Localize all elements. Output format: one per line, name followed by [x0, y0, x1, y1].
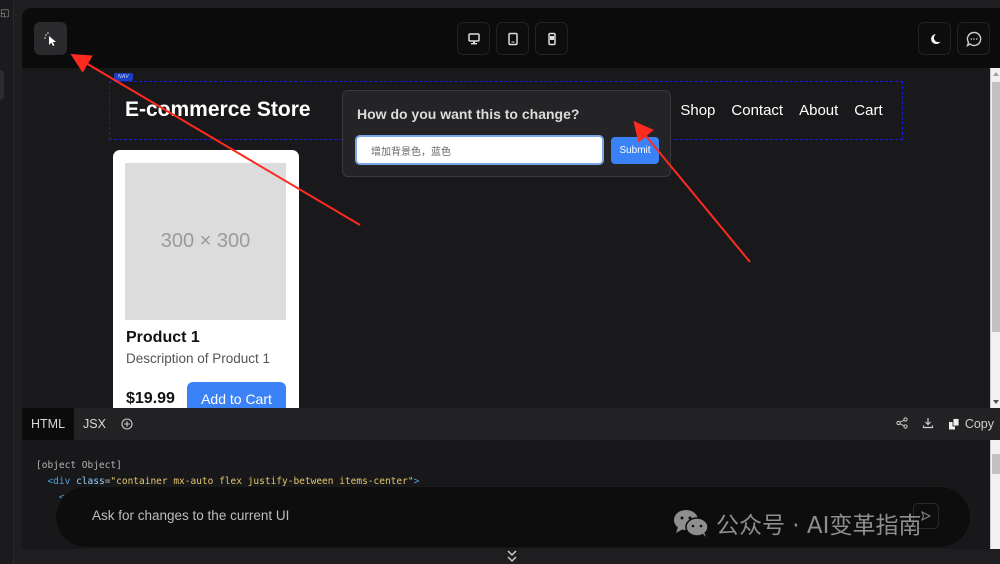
phone-icon — [547, 32, 556, 45]
add-to-cart-button[interactable]: Add to Cart — [187, 382, 286, 408]
code-actions: Copy — [896, 408, 1000, 440]
cursor-sparkle-icon — [43, 31, 56, 46]
top-toolbar — [22, 8, 1000, 68]
change-request-input[interactable]: 增加背景色，蓝色 — [355, 135, 604, 165]
code-scrollbar-thumb[interactable] — [992, 454, 1000, 474]
watermark-text: 公众号 · AI变革指南 — [716, 513, 922, 539]
download-button[interactable] — [922, 417, 934, 432]
nav-link-contact[interactable]: Contact — [731, 102, 783, 119]
nav-element-tag: NAV — [114, 73, 133, 81]
tab-jsx[interactable]: JSX — [74, 408, 115, 440]
sidebar-toggle[interactable] — [0, 70, 4, 100]
product-name: Product 1 — [126, 329, 200, 346]
share-button[interactable] — [896, 416, 908, 432]
store-brand: E-commerce Store — [125, 98, 311, 121]
wechat-icon — [674, 510, 709, 537]
add-tab-button[interactable] — [112, 408, 142, 440]
device-mobile-button[interactable] — [535, 22, 568, 55]
share-icon — [896, 416, 908, 429]
monitor-icon — [467, 32, 480, 44]
sidebar-icon[interactable]: ◱ — [0, 8, 9, 20]
tab-html[interactable]: HTML — [22, 408, 75, 440]
submit-button[interactable]: Submit — [611, 137, 659, 164]
tablet-icon — [507, 32, 518, 45]
select-element-button[interactable] — [34, 22, 67, 55]
change-request-popover: How do you want this to change? 增加背景色，蓝色… — [342, 90, 671, 177]
collapse-panel-button[interactable] — [506, 549, 518, 564]
popover-title: How do you want this to change? — [357, 106, 580, 122]
product-card: 300 × 300 Product 1 Description of Produ… — [113, 150, 299, 408]
scrollbar-thumb[interactable] — [992, 82, 1000, 332]
chat-input-placeholder: Ask for changes to the current UI — [92, 508, 290, 523]
chevron-double-down-icon — [507, 550, 517, 563]
left-sidebar: ◱ — [0, 0, 14, 564]
code-tabs-bar: HTML JSX Copy — [22, 408, 1000, 440]
chat-bubble-icon — [965, 31, 981, 47]
device-tablet-button[interactable] — [496, 22, 529, 55]
nav-link-about[interactable]: About — [799, 102, 838, 119]
nav-links: e Shop Contact About Cart — [662, 102, 883, 119]
nav-link-shop[interactable]: Shop — [680, 102, 715, 119]
nav-link-cart[interactable]: Cart — [854, 102, 882, 119]
watermark: 公众号 · AI变革指南 — [672, 506, 921, 540]
app-window: NAV E-commerce Store e Shop Contact Abou… — [22, 8, 1000, 564]
send-icon — [921, 510, 932, 522]
chat-button[interactable] — [957, 22, 990, 55]
product-image-placeholder: 300 × 300 — [125, 163, 286, 320]
moon-icon — [930, 33, 940, 44]
code-line: [object Object] — [36, 460, 122, 471]
copy-button[interactable]: Copy — [948, 417, 994, 431]
preview-scrollbar[interactable] — [990, 68, 1000, 408]
product-price: $19.99 — [126, 390, 175, 407]
copy-icon — [948, 418, 960, 430]
scroll-down-arrow[interactable] — [993, 400, 999, 404]
scroll-up-arrow[interactable] — [993, 72, 999, 76]
product-description: Description of Product 1 — [126, 351, 271, 366]
theme-toggle-button[interactable] — [918, 22, 951, 55]
code-scrollbar[interactable] — [990, 440, 1000, 564]
copy-label: Copy — [964, 417, 994, 431]
device-desktop-button[interactable] — [457, 22, 490, 55]
download-icon — [922, 417, 933, 428]
plus-circle-icon — [121, 418, 133, 430]
preview-canvas: NAV E-commerce Store e Shop Contact Abou… — [22, 68, 1000, 408]
